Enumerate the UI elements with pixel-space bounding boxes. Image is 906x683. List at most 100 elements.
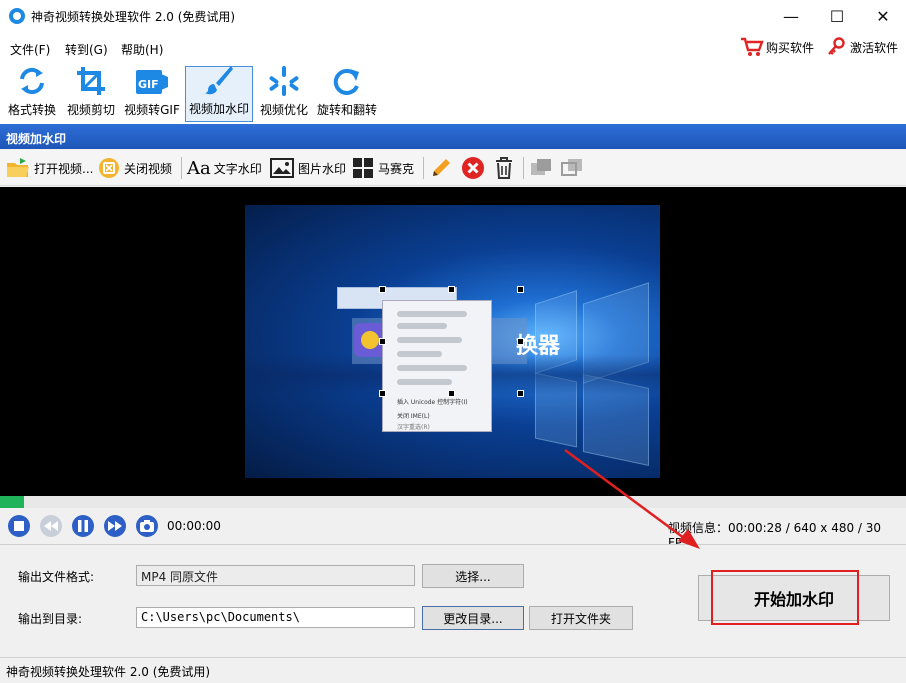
picture-icon bbox=[270, 158, 294, 178]
toolbar-divider bbox=[523, 157, 524, 179]
mosaic-grid-icon bbox=[353, 158, 373, 178]
minimize-button[interactable]: — bbox=[768, 0, 814, 32]
tool-label: 视频转GIF bbox=[124, 103, 180, 117]
menu-goto[interactable]: 转到(G) bbox=[65, 41, 108, 58]
context-menu-overlay: 插入 Unicode 控制字符(I) 关闭 IME(L) 汉字重选(R) bbox=[382, 300, 492, 432]
open-folder-button[interactable]: 打开文件夹 bbox=[529, 606, 633, 630]
progress-bar[interactable] bbox=[0, 496, 906, 508]
text-icon: Aa bbox=[187, 157, 211, 179]
stop-icon bbox=[14, 521, 24, 531]
blurred-line bbox=[397, 337, 462, 343]
sparkle-icon bbox=[267, 65, 301, 97]
tool-label: 格式转换 bbox=[7, 103, 56, 117]
close-button[interactable]: ✕ bbox=[860, 0, 906, 32]
pause-button[interactable] bbox=[72, 515, 94, 537]
delete-button[interactable] bbox=[461, 154, 487, 182]
output-format-field: MP4 同原文件 bbox=[136, 565, 415, 586]
buy-software-link[interactable]: 购买软件 bbox=[740, 36, 814, 58]
menu-file[interactable]: 文件(F) bbox=[10, 41, 50, 58]
buy-software-label: 购买软件 bbox=[766, 40, 815, 55]
tool-rotate-flip[interactable]: 旋转和翻转 bbox=[314, 66, 380, 122]
image-watermark-label: 图片水印 bbox=[298, 161, 347, 176]
output-format-label: 输出文件格式: bbox=[18, 570, 95, 584]
close-video-button[interactable]: 关闭视频 bbox=[98, 154, 172, 182]
trash-icon bbox=[496, 157, 512, 179]
activate-software-label: 激活软件 bbox=[850, 40, 899, 55]
rewind-icon bbox=[44, 521, 58, 531]
text-watermark-label: 文字水印 bbox=[213, 161, 262, 176]
bring-front-button[interactable] bbox=[530, 154, 556, 182]
camera-icon bbox=[140, 520, 154, 532]
red-x-circle-icon bbox=[462, 157, 484, 179]
layer-front-icon bbox=[531, 159, 551, 175]
tool-video-watermark[interactable]: 视频加水印 bbox=[185, 66, 253, 122]
brush-icon bbox=[202, 64, 236, 96]
snapshot-button[interactable] bbox=[136, 515, 158, 537]
current-time: 00:00:00 bbox=[167, 519, 221, 533]
clear-all-button[interactable] bbox=[493, 154, 517, 182]
edit-button[interactable] bbox=[430, 154, 454, 182]
annotation-arrow bbox=[564, 448, 700, 549]
status-bar: 神奇视频转换处理软件 2.0 (免费试用) bbox=[0, 657, 906, 683]
progress-fill bbox=[0, 496, 24, 508]
context-menu-item: 汉字重选(R) bbox=[397, 424, 430, 431]
section-title: 视频加水印 bbox=[0, 124, 906, 149]
stop-button[interactable] bbox=[8, 515, 30, 537]
maximize-button[interactable]: ☐ bbox=[814, 0, 860, 32]
resize-handle[interactable] bbox=[517, 338, 524, 345]
tool-video-to-gif[interactable]: GIF 视频转GIF bbox=[122, 66, 182, 122]
open-folder-icon bbox=[7, 158, 29, 177]
refresh-arrows-icon bbox=[15, 65, 49, 97]
menu-help[interactable]: 帮助(H) bbox=[121, 41, 163, 58]
resize-handle[interactable] bbox=[517, 390, 524, 397]
tool-label: 视频加水印 bbox=[188, 102, 249, 116]
blurred-line bbox=[397, 365, 467, 371]
resize-handle[interactable] bbox=[379, 286, 386, 293]
output-dir-input[interactable]: C:\Users\pc\Documents\ bbox=[136, 607, 415, 628]
app-logo-icon bbox=[9, 8, 25, 24]
toolbar-divider bbox=[423, 157, 424, 179]
context-menu-item: 插入 Unicode 控制字符(I) bbox=[397, 399, 468, 406]
open-video-label: 打开视频... bbox=[34, 161, 94, 176]
resize-handle[interactable] bbox=[448, 390, 455, 397]
resize-handle[interactable] bbox=[379, 338, 386, 345]
mosaic-label: 马赛克 bbox=[378, 161, 415, 176]
gif-icon: GIF bbox=[135, 66, 169, 97]
pause-icon bbox=[78, 520, 88, 532]
tool-format-convert[interactable]: 格式转换 bbox=[4, 66, 60, 122]
text-watermark-button[interactable]: Aa 文字水印 bbox=[187, 154, 262, 182]
blurred-line bbox=[397, 311, 467, 317]
rewind-button[interactable] bbox=[40, 515, 62, 537]
close-video-label: 关闭视频 bbox=[124, 161, 173, 176]
tool-video-cut[interactable]: 视频剪切 bbox=[64, 66, 118, 122]
resize-handle[interactable] bbox=[379, 390, 386, 397]
rotate-icon bbox=[330, 65, 364, 97]
blurred-line bbox=[397, 379, 452, 385]
shopping-cart-icon bbox=[741, 37, 764, 56]
highlight-box bbox=[711, 570, 859, 625]
image-watermark-button[interactable]: 图片水印 bbox=[270, 154, 346, 182]
select-format-button[interactable]: 选择... bbox=[422, 564, 524, 588]
layer-back-icon bbox=[561, 159, 582, 176]
tool-label: 旋转和翻转 bbox=[316, 103, 377, 117]
activate-software-link[interactable]: 激活软件 bbox=[826, 36, 898, 58]
tool-label: 视频剪切 bbox=[66, 103, 115, 117]
pencil-icon bbox=[433, 159, 450, 176]
change-dir-button[interactable]: 更改目录... bbox=[422, 606, 524, 630]
resize-handle[interactable] bbox=[448, 286, 455, 293]
close-video-icon bbox=[99, 158, 119, 178]
open-video-button[interactable]: 打开视频... bbox=[6, 154, 93, 182]
fast-forward-icon bbox=[108, 521, 122, 531]
tool-video-optimize[interactable]: 视频优化 bbox=[256, 66, 312, 122]
resize-handle[interactable] bbox=[517, 286, 524, 293]
tool-label: 视频优化 bbox=[259, 103, 308, 117]
window-title: 神奇视频转换处理软件 2.0 (免费试用) bbox=[31, 10, 236, 24]
send-back-button[interactable] bbox=[561, 154, 587, 182]
mosaic-button[interactable]: 马赛克 bbox=[352, 154, 414, 182]
key-icon bbox=[828, 37, 845, 55]
blurred-line bbox=[397, 323, 447, 329]
toolbar-divider bbox=[181, 157, 182, 179]
crop-icon bbox=[74, 65, 108, 97]
fast-forward-button[interactable] bbox=[104, 515, 126, 537]
output-dir-label: 输出到目录: bbox=[18, 612, 83, 626]
